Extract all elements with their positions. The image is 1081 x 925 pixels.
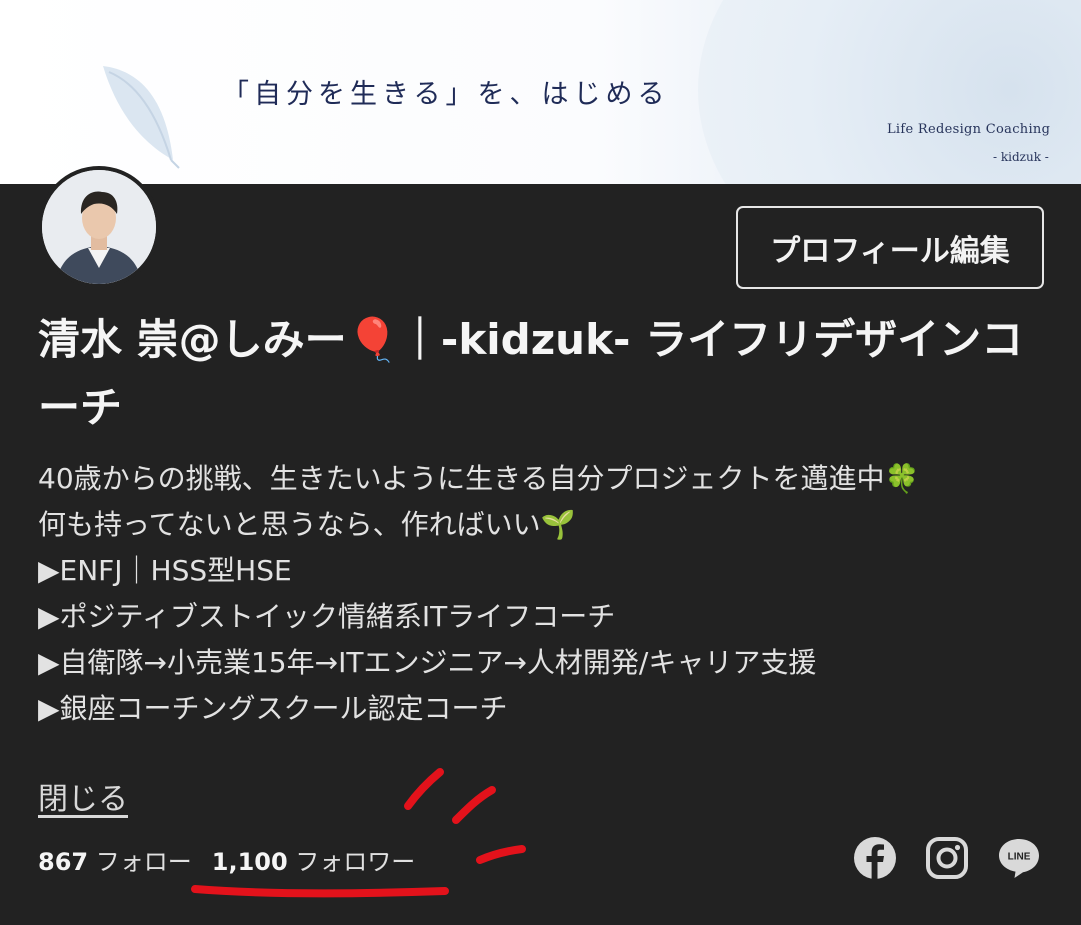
banner-tagline: 「自分を生きる」を、はじめる <box>222 79 670 110</box>
line-icon-text: LINE <box>1008 852 1031 863</box>
facebook-icon[interactable] <box>852 835 898 881</box>
avatar-photo <box>42 170 156 284</box>
bio-line: 40歳からの挑戦、生きたいように生きる自分プロジェクトを邁進中🍀 <box>38 462 920 495</box>
profile-bio: 40歳からの挑戦、生きたいように生きる自分プロジェクトを邁進中🍀 何も持ってない… <box>38 456 1058 732</box>
feather-image <box>103 66 180 169</box>
follow-stats: 867 フォロー 1,100 フォロワー <box>38 842 415 877</box>
profile-display-name: 清水 崇@しみー🎈｜-kidzuk- ライフリデザインコーチ <box>38 315 1024 432</box>
line-icon[interactable]: LINE <box>996 835 1042 881</box>
bio-line: 何も持ってないと思うなら、作ればいい🌱 <box>38 508 576 541</box>
banner-brand-subtitle: - kidzuk - <box>993 150 1049 164</box>
following-count: 867 <box>38 848 89 876</box>
bio-line: ▶自衛隊→小売業15年→ITエンジニア→人材開発/キャリア支援 <box>38 646 817 679</box>
followers-link[interactable]: 1,100 フォロワー <box>212 848 416 876</box>
followers-count: 1,100 <box>211 848 288 876</box>
followers-label: フォロワー <box>295 848 416 876</box>
header-banner: 「自分を生きる」を、はじめる Life Redesign Coaching - … <box>0 0 1081 184</box>
instagram-icon[interactable] <box>924 835 970 881</box>
bio-line: ▶銀座コーチングスクール認定コーチ <box>38 692 508 725</box>
bio-line: ▶ポジティブストイック情緒系ITライフコーチ <box>38 600 616 633</box>
following-link[interactable]: 867 フォロー <box>38 848 192 876</box>
banner-brand-title: Life Redesign Coaching <box>887 122 1051 137</box>
following-label: フォロー <box>95 848 192 876</box>
bio-line: ▶ENFJ｜HSS型HSE <box>38 554 292 587</box>
edit-profile-button[interactable]: プロフィール編集 <box>736 206 1044 289</box>
close-bio-link[interactable]: 閉じる <box>38 774 128 818</box>
avatar[interactable] <box>38 166 160 288</box>
